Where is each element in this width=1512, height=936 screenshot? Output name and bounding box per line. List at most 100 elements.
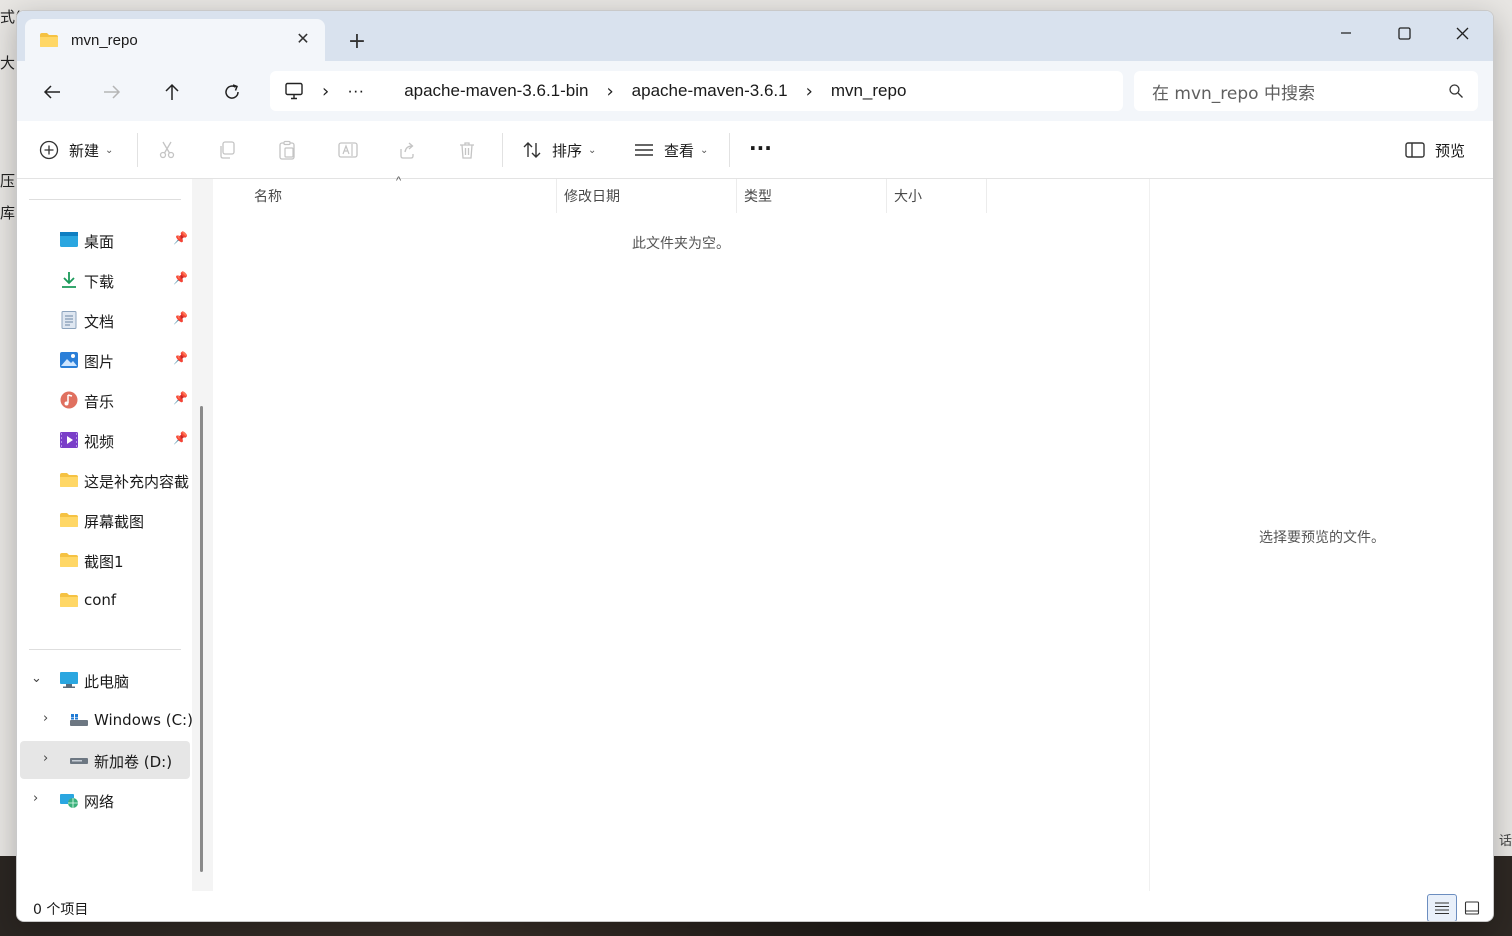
- details-view-button[interactable]: [1427, 894, 1457, 921]
- paste-icon: [279, 140, 295, 160]
- details-view-icon: [1435, 902, 1449, 915]
- refresh-button[interactable]: [217, 79, 247, 105]
- up-button[interactable]: [157, 79, 187, 105]
- folder-icon: [60, 473, 78, 487]
- share-icon: [400, 142, 414, 159]
- breadcrumb-item-current[interactable]: mvn_repo: [831, 81, 907, 101]
- folder-icon: [60, 513, 78, 527]
- breadcrumb-item[interactable]: apache-maven-3.6.1-bin: [404, 81, 588, 101]
- pictures-icon: [60, 352, 78, 368]
- sidebar-item-pictures[interactable]: 图片 📌: [17, 341, 192, 379]
- trash-icon: [460, 142, 474, 159]
- search-input[interactable]: 在 mvn_repo 中搜索: [1134, 71, 1478, 111]
- new-tab-button[interactable]: +: [345, 29, 369, 54]
- share-button[interactable]: [397, 135, 417, 165]
- add-circle-icon: [39, 140, 59, 160]
- sidebar-item-folder[interactable]: 截图1: [17, 541, 192, 579]
- sidebar-item-label: 音乐: [84, 393, 115, 411]
- sidebar-scrollbar-thumb[interactable]: [200, 406, 203, 872]
- background-text: 大: [0, 54, 16, 72]
- sidebar-divider: [29, 199, 181, 200]
- sidebar-item-videos[interactable]: 视频 📌: [17, 421, 192, 459]
- drive-c-icon: [70, 714, 88, 726]
- breadcrumb-overflow[interactable]: ···: [347, 81, 364, 101]
- sidebar-item-label: 这是补充内容截: [84, 473, 190, 491]
- close-button[interactable]: [1433, 15, 1491, 51]
- sidebar-item-this-pc[interactable]: ⌄ 此电脑: [17, 661, 192, 699]
- folder-icon: [40, 33, 58, 47]
- sidebar-item-label: Windows (C:): [94, 711, 193, 729]
- pin-icon: 📌: [173, 271, 188, 285]
- chevron-down-icon: ⌄: [588, 144, 597, 156]
- address-bar[interactable]: › ··· apache-maven-3.6.1-bin › apache-ma…: [270, 71, 1123, 111]
- sidebar-item-label: 桌面: [84, 233, 115, 251]
- back-button[interactable]: [37, 79, 67, 105]
- chevron-down-icon: ⌄: [31, 671, 42, 686]
- sidebar-item-network[interactable]: › 网络: [17, 781, 192, 819]
- rename-button[interactable]: [337, 135, 359, 165]
- chevron-right-icon: ›: [606, 80, 614, 102]
- more-options-button[interactable]: ···: [749, 133, 772, 163]
- sidebar-item-folder[interactable]: 屏幕截图: [17, 501, 192, 539]
- breadcrumb-item[interactable]: apache-maven-3.6.1: [632, 81, 788, 101]
- column-divider[interactable]: [556, 179, 557, 213]
- cut-icon: [159, 141, 175, 159]
- sidebar-item-desktop[interactable]: 桌面 📌: [17, 221, 192, 259]
- view-button[interactable]: 查看 ⌄: [634, 135, 708, 165]
- maximize-button[interactable]: [1375, 15, 1433, 51]
- sidebar-divider: [29, 649, 181, 650]
- sidebar-item-folder[interactable]: 这是补充内容截: [17, 461, 192, 499]
- sidebar-item-label: 网络: [84, 793, 115, 811]
- column-divider[interactable]: [886, 179, 887, 213]
- tab-mvn-repo[interactable]: mvn_repo ✕: [25, 19, 325, 61]
- column-header-modified[interactable]: 修改日期: [564, 179, 620, 213]
- sidebar-item-folder[interactable]: conf: [17, 581, 192, 619]
- minimize-icon: [1341, 32, 1351, 34]
- preview-message: 选择要预览的文件。: [1259, 530, 1385, 546]
- computer-icon: [285, 82, 303, 100]
- sidebar-item-documents[interactable]: 文档 📌: [17, 301, 192, 339]
- column-header-name[interactable]: 名称: [254, 179, 282, 213]
- pin-icon: 📌: [173, 231, 188, 245]
- item-count: 0 个项目: [33, 902, 89, 918]
- paste-button[interactable]: [277, 135, 297, 165]
- search-icon: [1449, 84, 1463, 98]
- sidebar-item-label: 屏幕截图: [84, 513, 145, 531]
- forward-arrow-icon: [104, 85, 121, 99]
- sort-button[interactable]: 排序 ⌄: [522, 135, 596, 165]
- new-button[interactable]: 新建 ⌄: [39, 135, 113, 165]
- minimize-button[interactable]: [1317, 15, 1375, 51]
- chevron-right-icon: ›: [322, 80, 330, 102]
- column-divider[interactable]: [986, 179, 987, 213]
- tab-close-icon[interactable]: ✕: [293, 29, 313, 49]
- sidebar-item-drive-c[interactable]: › Windows (C:): [17, 701, 193, 739]
- tiles-view-button[interactable]: [1457, 894, 1487, 921]
- delete-button[interactable]: [457, 135, 477, 165]
- up-arrow-icon: [165, 83, 179, 100]
- navigation-pane: 桌面 📌 下载 📌 文档 📌 图片 📌 音乐 📌 视频 📌 这是补充内容截 屏幕…: [17, 179, 207, 899]
- view-list-icon: [635, 144, 653, 156]
- chevron-right-icon: ›: [33, 791, 39, 806]
- sidebar-item-music[interactable]: 音乐 📌: [17, 381, 192, 419]
- sidebar-item-label: 下载: [84, 273, 115, 291]
- forward-button[interactable]: [97, 79, 127, 105]
- cut-button[interactable]: [157, 135, 177, 165]
- music-icon: [60, 391, 78, 409]
- sidebar-item-downloads[interactable]: 下载 📌: [17, 261, 192, 299]
- sidebar-item-label: 新加卷 (D:): [94, 753, 173, 771]
- tiles-view-icon: [1464, 901, 1480, 915]
- column-divider[interactable]: [736, 179, 737, 213]
- download-icon: [62, 272, 76, 288]
- preview-pane: 选择要预览的文件。: [1149, 179, 1493, 899]
- copy-button[interactable]: [217, 135, 237, 165]
- sidebar-item-label: 截图1: [84, 553, 124, 571]
- sidebar-item-drive-d[interactable]: › 新加卷 (D:): [20, 741, 190, 779]
- background-text: 库: [0, 204, 16, 222]
- chevron-right-icon: ›: [805, 80, 813, 102]
- divider: [502, 133, 503, 167]
- sort-button-label: 排序: [552, 141, 583, 160]
- preview-pane-button[interactable]: 预览: [1405, 135, 1465, 165]
- column-header-type[interactable]: 类型: [744, 179, 772, 213]
- column-header-size[interactable]: 大小: [894, 179, 922, 213]
- chevron-down-icon: ⌄: [700, 144, 709, 156]
